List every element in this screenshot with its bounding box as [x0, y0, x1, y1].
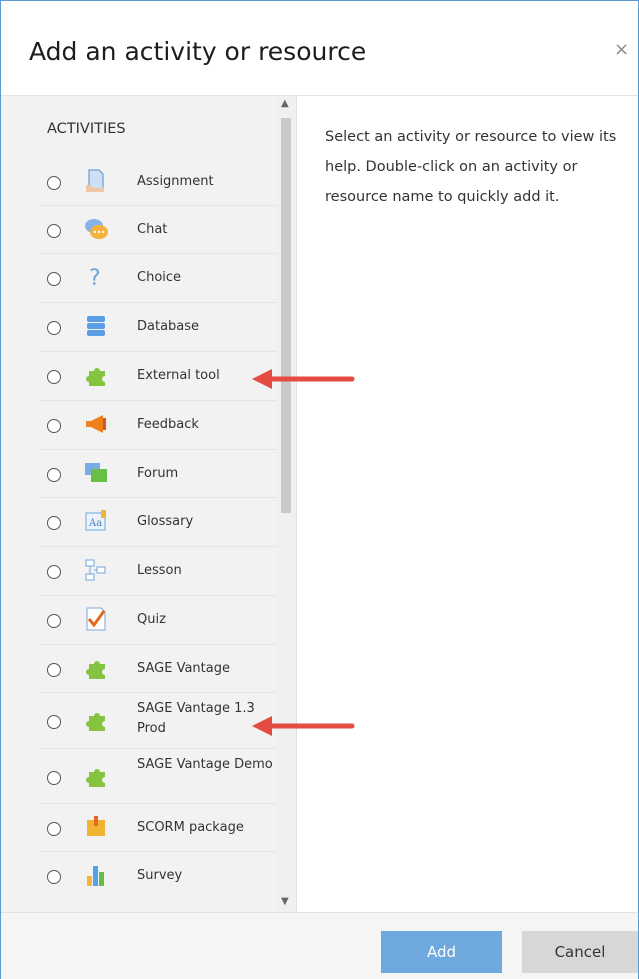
add-activity-dialog: Add an activity or resource × ACTIVITIES… [0, 0, 639, 979]
list-item[interactable]: Forum [40, 450, 285, 498]
list-item[interactable]: Survey [40, 852, 285, 900]
item-label: Chat [137, 222, 168, 237]
item-label: Assignment [137, 174, 214, 189]
radio-button[interactable] [47, 370, 61, 384]
item-label: Choice [137, 270, 182, 285]
item-label: Quiz [137, 612, 166, 627]
puzzle-icon [83, 707, 109, 733]
svg-text:Aa: Aa [88, 518, 102, 529]
scroll-thumb[interactable] [281, 118, 291, 513]
item-label: Survey [137, 868, 183, 883]
lesson-icon [83, 557, 109, 583]
dialog-body: ACTIVITIES Assignment Chat ? Choice Data… [1, 96, 638, 912]
item-label: Database [137, 319, 200, 334]
item-label: SAGE Vantage Demo [137, 757, 273, 772]
choice-icon: ? [83, 264, 109, 291]
radio-button[interactable] [47, 870, 61, 884]
item-label: Forum [137, 466, 179, 481]
list-item[interactable]: SCORM package [40, 804, 285, 852]
list-item[interactable]: Chat [40, 206, 285, 254]
activity-list-scrollbar[interactable]: ▲ ▼ [277, 96, 297, 912]
forum-icon [83, 460, 109, 486]
annotation-arrow-icon [252, 716, 355, 736]
add-button[interactable]: Add [381, 931, 502, 973]
scorm-package-icon [83, 814, 109, 840]
radio-button[interactable] [47, 565, 61, 579]
radio-button[interactable] [47, 224, 61, 238]
glossary-icon: Aa [83, 508, 109, 534]
radio-button[interactable] [47, 321, 61, 335]
item-label: Glossary [137, 514, 194, 529]
radio-button[interactable] [47, 176, 61, 190]
puzzle-icon [83, 362, 109, 388]
radio-button[interactable] [47, 419, 61, 433]
feedback-icon [83, 411, 109, 437]
item-label: Feedback [137, 417, 199, 432]
activity-list: Assignment Chat ? Choice Database Extern… [40, 158, 285, 900]
dialog-title: Add an activity or resource [29, 37, 367, 66]
item-label: SCORM package [137, 820, 244, 835]
list-item[interactable]: Aa Glossary [40, 498, 285, 547]
radio-button[interactable] [47, 663, 61, 677]
activity-list-panel: ACTIVITIES Assignment Chat ? Choice Data… [1, 96, 285, 912]
chevron-down-icon[interactable]: ▼ [281, 896, 289, 907]
radio-button[interactable] [47, 468, 61, 482]
list-item[interactable]: Assignment [40, 158, 285, 206]
list-item[interactable]: SAGE Vantage [40, 645, 285, 693]
list-item[interactable]: Quiz [40, 596, 285, 645]
radio-button[interactable] [47, 771, 61, 785]
assignment-icon [83, 168, 109, 194]
dialog-footer: Add Cancel [1, 912, 638, 979]
item-label: Lesson [137, 563, 182, 578]
radio-button[interactable] [47, 822, 61, 836]
chevron-up-icon[interactable]: ▲ [281, 98, 289, 109]
help-text: Select an activity or resource to view i… [325, 129, 617, 205]
svg-text:?: ? [89, 266, 101, 290]
radio-button[interactable] [47, 272, 61, 286]
dialog-header: Add an activity or resource × [1, 1, 638, 96]
list-item[interactable]: ? Choice [40, 254, 285, 303]
item-label: SAGE Vantage [137, 661, 230, 676]
list-item[interactable]: SAGE Vantage Demo [40, 749, 285, 804]
radio-button[interactable] [47, 715, 61, 729]
radio-button[interactable] [47, 614, 61, 628]
database-icon [83, 313, 109, 339]
puzzle-icon [83, 655, 109, 681]
puzzle-icon [83, 763, 109, 789]
chat-icon [83, 216, 109, 242]
list-item[interactable]: Lesson [40, 547, 285, 596]
activities-heading: ACTIVITIES [47, 121, 126, 137]
cancel-button[interactable]: Cancel [522, 931, 638, 973]
list-item[interactable]: Feedback [40, 401, 285, 450]
annotation-arrow-icon [252, 369, 355, 389]
survey-icon [83, 862, 109, 888]
quiz-icon [83, 606, 109, 632]
list-item[interactable]: Database [40, 303, 285, 352]
close-icon[interactable]: × [614, 39, 629, 60]
help-panel: Select an activity or resource to view i… [297, 96, 638, 912]
radio-button[interactable] [47, 516, 61, 530]
